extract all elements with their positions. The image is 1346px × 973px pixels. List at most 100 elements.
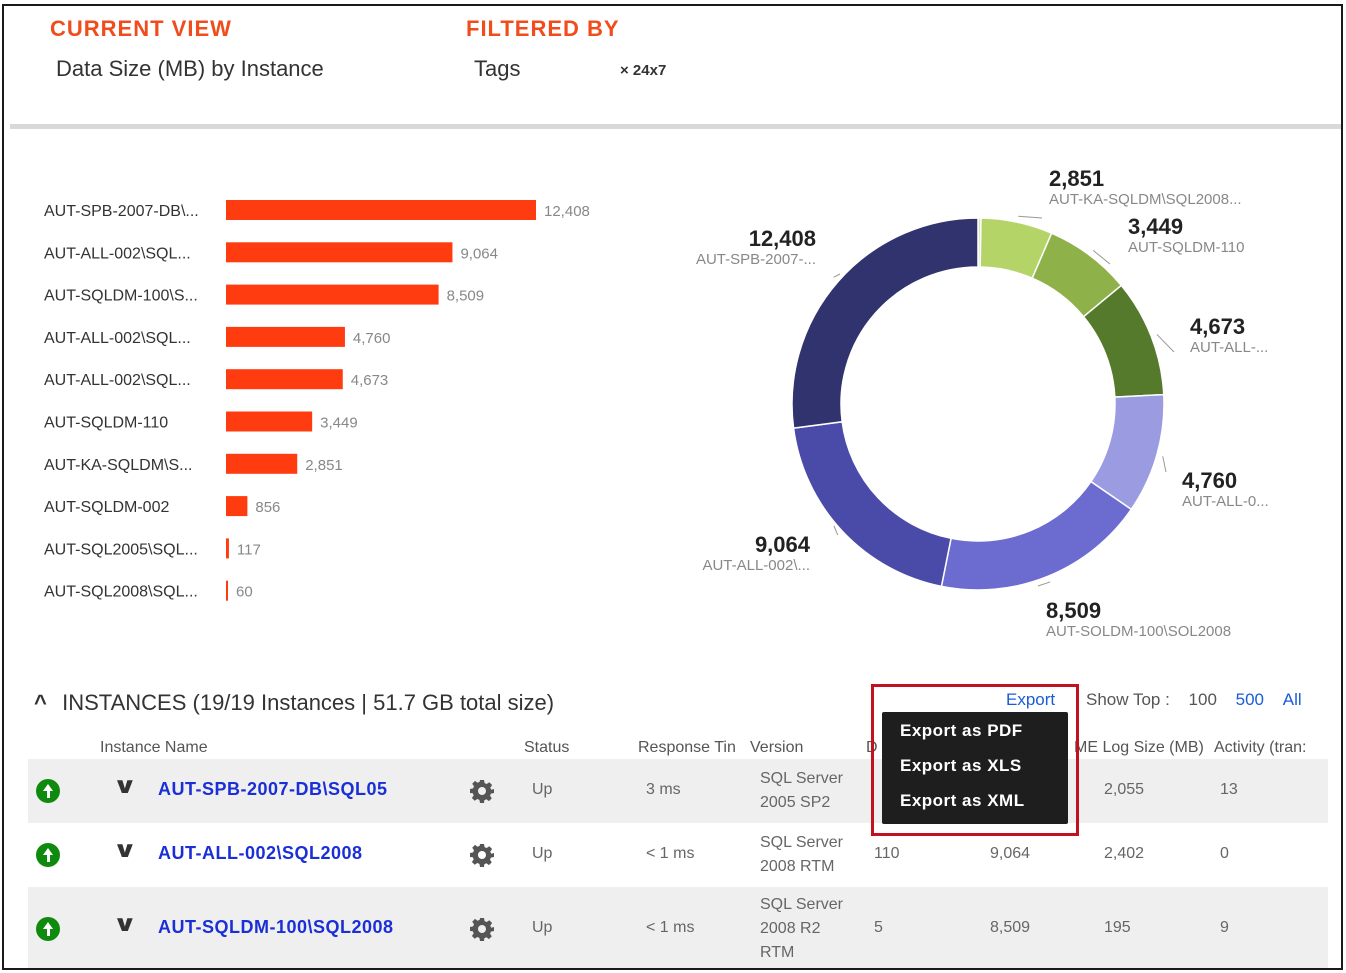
col-header-version[interactable]: Version	[750, 739, 803, 757]
instances-title-text: INSTANCES (19/19 Instances | 51.7 GB tot…	[62, 690, 555, 715]
status-up-icon	[36, 843, 60, 867]
col5-value: 5	[874, 919, 883, 936]
current-view-label: CURRENT VIEW	[50, 16, 232, 41]
version-line-1: SQL Server	[760, 770, 843, 787]
donut-chart: 2,851AUT-KA-SQLDM\SQL2008...3,449AUT-SQL…	[696, 166, 1269, 636]
bar-value-label: 856	[255, 499, 280, 516]
col-header-response[interactable]: Response Tin	[638, 739, 736, 757]
show-top-500[interactable]: 500	[1236, 690, 1264, 709]
show-top-100[interactable]: 100	[1189, 690, 1217, 709]
version-text: SQL Server 2008 R2 RTM	[760, 893, 843, 965]
data-size-value: 8,509	[990, 919, 1031, 936]
activity-value: 0	[1220, 845, 1229, 862]
chevron-down-icon[interactable]: ∨	[112, 911, 137, 937]
bar-value-label: 4,673	[351, 372, 389, 389]
gear-icon[interactable]	[470, 779, 494, 803]
bar-category-label: AUT-ALL-002\SQL...	[44, 372, 191, 389]
bar-chart: AUT-SPB-2007-DB\... 12,408 AUT-ALL-002\SQL…	[44, 200, 590, 601]
header-divider	[10, 124, 1341, 129]
show-top-label: Show Top :	[1086, 690, 1170, 709]
status-up-icon	[36, 779, 60, 803]
collapse-caret-icon[interactable]: ^	[34, 690, 56, 716]
slice-name-label: AUT-SPB-2007-...	[696, 251, 816, 268]
col-header-log-size[interactable]: ME Log Size (MB)	[1074, 739, 1204, 757]
gear-icon[interactable]	[470, 917, 494, 941]
col-header-name[interactable]: Instance Name	[100, 739, 208, 757]
slice-value-label: 4,673	[1190, 314, 1245, 339]
bar[interactable]	[226, 326, 345, 347]
status-text: Up	[532, 919, 553, 936]
bar-value-label: 8,509	[447, 288, 485, 305]
data-size-value: 9,064	[990, 845, 1031, 862]
slice-value-label: 4,760	[1182, 468, 1237, 493]
version-line-2: 2005 SP2	[760, 794, 831, 811]
instances-title[interactable]: ^ INSTANCES (19/19 Instances | 51.7 GB t…	[34, 690, 554, 716]
export-menu: Export as PDF Export as XLS Export as XM…	[882, 712, 1068, 824]
callout-line	[1018, 215, 1043, 219]
show-top-control: Show Top : 100 500 All	[1086, 690, 1302, 710]
bar-value-label: 3,449	[320, 415, 358, 432]
donut-slice[interactable]	[792, 420, 952, 588]
table-row[interactable]: ∨ AUT-ALL-002\SQL2008 Up < 1 ms SQL Serv…	[28, 823, 1328, 887]
status-text: Up	[532, 781, 553, 798]
slice-name-label: AUT-ALL-...	[1190, 339, 1268, 356]
bar[interactable]	[226, 242, 453, 263]
slice-name-label: AUT-KA-SQLDM\SQL2008...	[1049, 191, 1242, 208]
instance-link[interactable]: AUT-ALL-002\SQL2008	[158, 843, 363, 864]
bar-value-label: 60	[236, 584, 253, 601]
slice-name-label: AUT-SQLDM-100\SQL2008	[1046, 623, 1231, 636]
status-up-icon	[36, 917, 60, 941]
bar[interactable]	[226, 369, 343, 390]
bar-value-label: 9,064	[460, 245, 498, 262]
col-header-activity[interactable]: Activity (tran:	[1214, 739, 1306, 757]
filter-chip-remove[interactable]: × 24x7	[620, 62, 666, 79]
response-time: < 1 ms	[646, 919, 695, 936]
slice-name-label: AUT-ALL-002\...	[702, 557, 810, 574]
version-line-2: 2008 RTM	[760, 858, 835, 875]
bar[interactable]	[226, 538, 229, 559]
slice-value-label: 2,851	[1049, 166, 1104, 191]
bar[interactable]	[226, 453, 298, 474]
donut-slice[interactable]	[940, 480, 1133, 591]
response-time: 3 ms	[646, 781, 681, 798]
bar-category-label: AUT-ALL-002\SQL...	[44, 330, 191, 347]
activity-value: 13	[1220, 781, 1238, 798]
instance-link[interactable]: AUT-SQLDM-100\SQL2008	[158, 917, 394, 938]
table-row[interactable]: ∨ AUT-SQLDM-100\SQL2008 Up < 1 ms SQL Se…	[28, 887, 1328, 968]
show-top-all[interactable]: All	[1283, 690, 1302, 709]
table-row[interactable]: ∨ AUT-SPB-2007-DB\SQL05 Up 3 ms SQL Serv…	[28, 759, 1328, 823]
log-size: 2,402	[1104, 845, 1145, 862]
slice-value-label: 8,509	[1046, 598, 1101, 623]
bar-category-label: AUT-SQLDM-100\S...	[44, 288, 198, 305]
filtered-by-value[interactable]: Tags	[474, 56, 520, 82]
slice-value-label: 12,408	[749, 226, 816, 251]
current-view-value[interactable]: Data Size (MB) by Instance	[56, 56, 324, 82]
bar[interactable]	[226, 580, 228, 601]
instance-link[interactable]: AUT-SPB-2007-DB\SQL05	[158, 779, 388, 800]
export-xml-item[interactable]: Export as XML	[900, 791, 1025, 811]
bar-category-label: AUT-SQLDM-110	[44, 415, 168, 432]
status-text: Up	[532, 845, 553, 862]
chevron-down-icon[interactable]: ∨	[112, 837, 137, 863]
col5-value: 110	[874, 845, 900, 862]
version-line-2: 2008 R2	[760, 920, 821, 937]
version-line-1: SQL Server	[760, 834, 843, 851]
bar-category-label: AUT-KA-SQLDM\S...	[44, 457, 192, 474]
export-pdf-item[interactable]: Export as PDF	[900, 721, 1023, 741]
version-text: SQL Server 2005 SP2	[760, 767, 843, 815]
bar-category-label: AUT-ALL-002\SQL...	[44, 245, 191, 262]
response-time: < 1 ms	[646, 845, 695, 862]
bar[interactable]	[226, 496, 248, 517]
gear-icon[interactable]	[470, 843, 494, 867]
bar[interactable]	[226, 200, 536, 220]
bar[interactable]	[226, 284, 439, 305]
col-header-status[interactable]: Status	[524, 739, 569, 757]
export-xls-item[interactable]: Export as XLS	[900, 756, 1022, 776]
slice-name-label: AUT-SQLDM-110	[1128, 239, 1244, 256]
bar-category-label: AUT-SPB-2007-DB\...	[44, 203, 199, 220]
chevron-down-icon[interactable]: ∨	[112, 773, 137, 799]
slice-name-label: AUT-ALL-0...	[1182, 493, 1269, 510]
bar[interactable]	[226, 411, 313, 432]
donut-slice[interactable]	[791, 217, 979, 430]
callout-line	[833, 525, 839, 536]
